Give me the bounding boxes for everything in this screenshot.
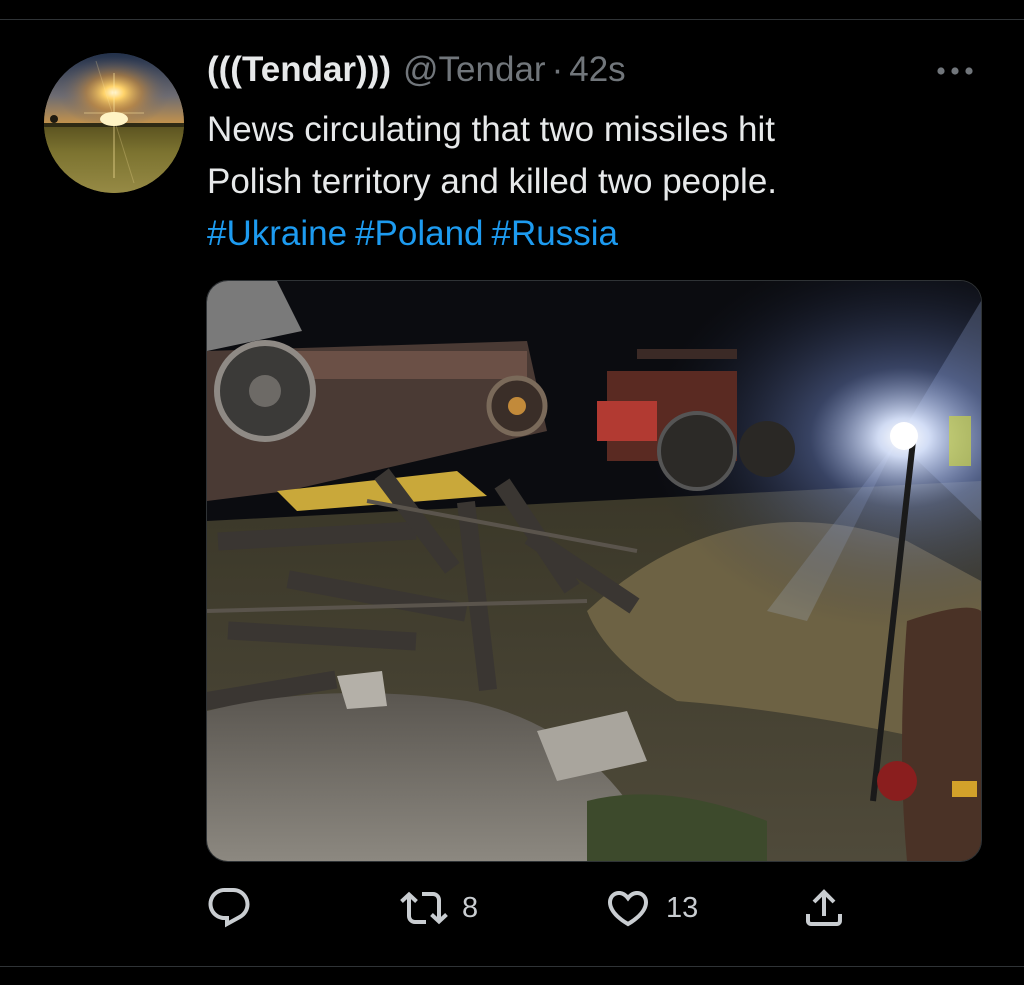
reply-button[interactable]: [205, 880, 253, 936]
top-divider: [0, 19, 1024, 20]
like-count: 13: [666, 891, 699, 924]
tweet-timestamp[interactable]: 42s: [569, 50, 625, 90]
share-upload-icon: [806, 889, 842, 926]
retweet-count: 8: [462, 891, 479, 924]
tweet-action-bar: 8 13: [0, 880, 1024, 940]
tweet-text: News circulating that two missiles hit P…: [207, 104, 947, 260]
sunset-field-icon: [44, 53, 184, 193]
tweet-card: (((Tendar))) @Tendar · 42s News circulat…: [0, 0, 1024, 985]
hashtag-poland[interactable]: #Poland: [355, 214, 483, 253]
header-separator: ·: [551, 50, 564, 89]
retweet-button[interactable]: 8: [400, 880, 478, 936]
hashtag-russia[interactable]: #Russia: [492, 214, 618, 253]
bottom-divider: [0, 966, 1024, 967]
retweet-icon: [400, 891, 448, 925]
tweet-text-line: News circulating that two missiles hit: [207, 110, 775, 149]
night-debris-photo-icon: [207, 281, 981, 861]
heart-icon: [607, 891, 649, 927]
reply-bubble-icon: [208, 888, 250, 928]
hashtag-ukraine[interactable]: #Ukraine: [207, 214, 347, 253]
ellipsis-icon: [937, 67, 973, 75]
hashtag-list: #Ukraine #Poland #Russia: [207, 208, 947, 260]
tweet-text-line: Polish territory and killed two people.: [207, 162, 778, 201]
like-button[interactable]: 13: [604, 880, 698, 936]
author-avatar[interactable]: [44, 53, 184, 193]
share-button[interactable]: [800, 880, 848, 936]
author-display-name[interactable]: (((Tendar))): [207, 50, 391, 90]
more-options-button[interactable]: [930, 56, 980, 86]
author-handle[interactable]: @Tendar: [403, 50, 546, 90]
tweet-photo[interactable]: [206, 280, 982, 862]
tweet-header: (((Tendar))) @Tendar · 42s: [207, 50, 626, 94]
